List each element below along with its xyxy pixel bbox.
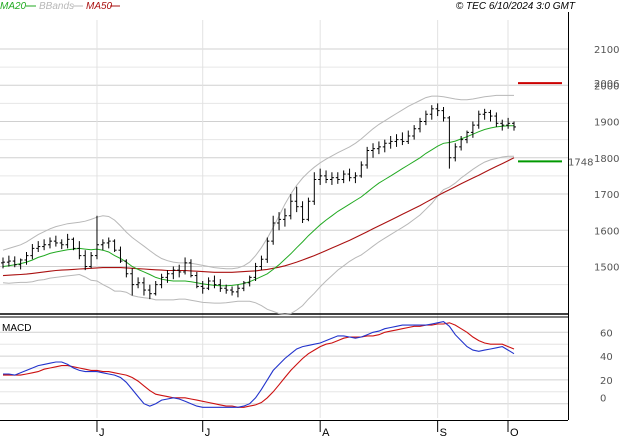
month-label: J bbox=[205, 427, 211, 439]
price-bar bbox=[6, 255, 11, 267]
macd-tick-label-partial: 0 bbox=[600, 394, 606, 405]
price-bar bbox=[118, 246, 123, 263]
price-bar bbox=[329, 172, 334, 185]
price-bar bbox=[441, 107, 446, 122]
price-bar bbox=[382, 139, 387, 153]
price-bar bbox=[482, 108, 487, 120]
price-bar bbox=[324, 170, 329, 184]
price-bar bbox=[435, 103, 440, 117]
price-bar bbox=[89, 252, 94, 269]
price-bar bbox=[241, 281, 246, 292]
price-bar bbox=[429, 105, 434, 120]
price-bar bbox=[294, 186, 299, 213]
month-label: A bbox=[322, 427, 330, 439]
price-bars bbox=[1, 103, 516, 300]
price-bar bbox=[400, 132, 405, 146]
month-label: J bbox=[99, 427, 105, 439]
price-bar bbox=[206, 277, 211, 291]
legend-ma20: MA20 bbox=[0, 1, 27, 12]
price-bar bbox=[12, 256, 17, 268]
price-bar bbox=[77, 241, 82, 260]
price-tick-label: 1500 bbox=[594, 263, 619, 274]
price-bar bbox=[171, 266, 176, 280]
price-bar bbox=[153, 281, 158, 296]
price-bar bbox=[230, 286, 235, 296]
price-bar bbox=[359, 161, 364, 178]
price-bar bbox=[147, 284, 152, 300]
price-tick-label: 1600 bbox=[594, 226, 619, 237]
price-bar bbox=[159, 273, 164, 289]
price-bar bbox=[353, 172, 358, 184]
price-bar bbox=[494, 112, 499, 127]
price-tick-label: 2000 bbox=[594, 81, 619, 92]
legend-ma50: MA50 bbox=[86, 1, 113, 12]
price-bar bbox=[259, 255, 264, 271]
price-bar bbox=[42, 239, 47, 251]
price-bar bbox=[47, 237, 52, 249]
price-tick-label: 1800 bbox=[594, 154, 619, 165]
source-timestamp: © TEC 6/10/2024 3:0 GMT bbox=[456, 1, 576, 12]
macd-gridlines bbox=[0, 331, 568, 405]
price-tick-label: 2100 bbox=[594, 45, 619, 56]
price-bar bbox=[100, 239, 105, 251]
macd-tick-label: 20 bbox=[600, 376, 613, 387]
price-bar bbox=[277, 212, 282, 231]
price-bar bbox=[418, 117, 423, 133]
price-bar bbox=[341, 170, 346, 184]
price-bar bbox=[194, 271, 199, 289]
month-label: O bbox=[510, 427, 519, 439]
price-bar bbox=[288, 194, 293, 220]
legend-bbands: BBands bbox=[39, 1, 74, 12]
macd-tick-label: 40 bbox=[600, 352, 613, 363]
month-label: S bbox=[440, 427, 447, 439]
price-bar bbox=[94, 215, 99, 260]
macd-tick-label: 60 bbox=[600, 328, 613, 339]
price-bar bbox=[282, 208, 287, 227]
price-bar bbox=[53, 235, 58, 247]
price-bar bbox=[36, 241, 41, 252]
price-bar bbox=[112, 239, 117, 252]
macd-y-axis-ticks: 20 40 60 0 bbox=[600, 328, 613, 404]
month-ticks: JJASO bbox=[96, 420, 519, 439]
stock-chart: MA20 BBands MA50 © TEC 6/10/2024 3:0 GMT… bbox=[0, 1, 619, 439]
price-bar bbox=[394, 134, 399, 147]
price-bar bbox=[371, 143, 376, 158]
price-bar bbox=[335, 172, 340, 184]
price-bar bbox=[388, 136, 393, 149]
price-bar bbox=[412, 125, 417, 140]
price-bar bbox=[65, 233, 70, 249]
price-bar bbox=[488, 109, 493, 122]
price-bar bbox=[83, 250, 88, 271]
price-bar bbox=[136, 277, 141, 289]
price-bar bbox=[141, 277, 146, 296]
price-bar bbox=[130, 268, 135, 296]
price-bar bbox=[188, 259, 193, 278]
price-bar bbox=[453, 143, 458, 162]
price-bar bbox=[300, 201, 305, 223]
price-bar bbox=[406, 130, 411, 144]
price-tick-label: 1700 bbox=[594, 190, 619, 201]
price-bar bbox=[71, 237, 76, 251]
price-tick-label: 1900 bbox=[594, 118, 619, 129]
price-bar bbox=[376, 141, 381, 155]
legend: MA20 BBands MA50 © TEC 6/10/2024 3:0 GMT bbox=[0, 1, 576, 12]
price-bar bbox=[200, 281, 205, 294]
price-bar bbox=[30, 244, 35, 260]
price-bar bbox=[476, 110, 481, 129]
price-bar bbox=[423, 110, 428, 126]
price-bar bbox=[212, 275, 217, 289]
price-bar bbox=[106, 237, 111, 249]
macd-title: MACD bbox=[2, 323, 31, 334]
price-bar bbox=[318, 168, 323, 185]
price-bar bbox=[312, 172, 317, 205]
price-bar bbox=[59, 239, 64, 250]
price-bar bbox=[506, 117, 511, 129]
price-bar bbox=[347, 168, 352, 182]
price-bar bbox=[306, 197, 311, 222]
price-bar bbox=[183, 257, 188, 275]
price-bar bbox=[235, 284, 240, 298]
level-label: 1748 bbox=[568, 157, 593, 168]
price-bar bbox=[470, 121, 475, 138]
